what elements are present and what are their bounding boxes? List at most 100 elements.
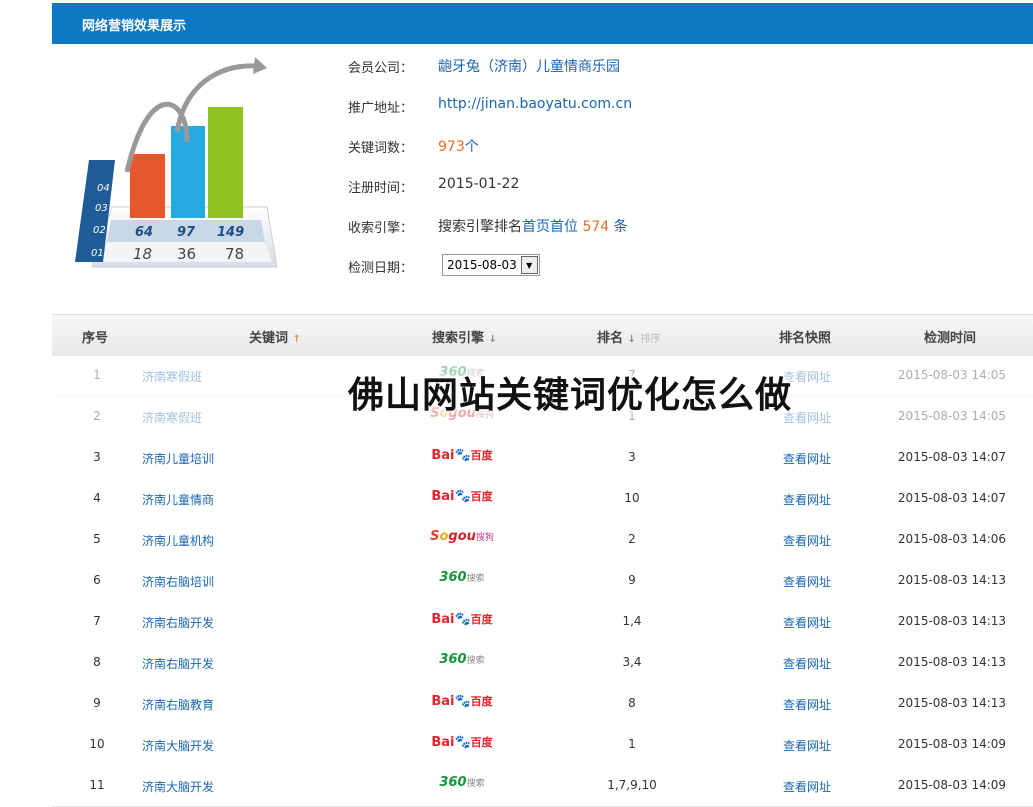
header-keyword-label: 关键词: [249, 331, 289, 346]
company-row: 会员公司： 龅牙兔（济南）儿童情商乐园: [348, 53, 948, 77]
360-logo: 360搜索: [439, 570, 485, 585]
row-snapshot-link[interactable]: 查看网址: [752, 778, 862, 795]
row-keyword-link[interactable]: 济南右脑开发: [142, 614, 214, 631]
row-label: 04: [97, 183, 110, 194]
row-rank: 1: [628, 737, 636, 751]
row-index: 6: [93, 573, 101, 587]
row-snapshot-link[interactable]: 查看网址: [752, 532, 862, 549]
row-time: 2015-08-03 14:13: [897, 655, 1007, 669]
table-row: 10 济南大脑开发 Bai🐾百度 1 查看网址 2015-08-03 14:09: [52, 724, 1033, 766]
top-value: 97: [177, 225, 196, 240]
keywords-value: 973个: [438, 136, 479, 156]
reg-row: 注册时间： 2015-01-22: [348, 173, 948, 197]
baidu-logo: Bai🐾百度: [431, 735, 493, 750]
row-index: 2: [93, 409, 101, 423]
row-index: 3: [93, 450, 101, 464]
row-snapshot-link[interactable]: 查看网址: [752, 450, 862, 467]
row-snapshot-link[interactable]: 查看网址: [752, 614, 862, 631]
row-index: 4: [93, 491, 101, 505]
header-rank-label: 排名: [597, 331, 624, 346]
table-row: 11 济南大脑开发 360搜索 1,7,9,10 查看网址 2015-08-03 14:0…: [52, 765, 1033, 807]
sort-up-icon[interactable]: ↑: [293, 334, 301, 345]
row-keyword-link[interactable]: 济南寒假班: [142, 368, 202, 385]
row-engine-logo: Bai🐾百度: [407, 611, 517, 627]
index-unit: 条: [613, 219, 628, 235]
row-index: 9: [93, 696, 101, 710]
row-keyword-link[interactable]: 济南右脑开发: [142, 655, 214, 672]
row-keyword-link[interactable]: 济南右脑教育: [142, 696, 214, 713]
row-keyword-link[interactable]: 济南寒假班: [142, 409, 202, 426]
sort-down-icon[interactable]: ↓: [628, 334, 636, 345]
row-label: 02: [93, 225, 106, 236]
row-snapshot-link[interactable]: 查看网址: [752, 655, 862, 672]
table-row: 7 济南右脑开发 Bai🐾百度 1,4 查看网址 2015-08-03 14:13: [52, 601, 1033, 643]
row-keyword-link[interactable]: 济南大脑开发: [142, 778, 214, 795]
row-snapshot-link[interactable]: 查看网址: [752, 696, 862, 713]
check-label: 检测日期：: [348, 261, 414, 276]
header-rank[interactable]: 排名 ↓ 排序: [597, 327, 660, 346]
bottom-value: 18: [133, 245, 152, 263]
sogou-logo: Sogou搜狗: [430, 529, 494, 544]
keywords-count: 973: [438, 139, 465, 155]
table-row: 4 济南儿童情商 Bai🐾百度 10 查看网址 2015-08-03 14:07: [52, 478, 1033, 520]
row-rank: 1,4: [622, 614, 642, 628]
dropdown-arrow-icon[interactable]: ▼: [520, 256, 538, 274]
row-snapshot-link[interactable]: 查看网址: [752, 573, 862, 590]
row-keyword-link[interactable]: 济南儿童机构: [142, 532, 214, 549]
sort-down-icon[interactable]: ↓: [489, 334, 497, 345]
panel-title: 网络营销效果展示: [82, 19, 187, 34]
row-engine-logo: Bai🐾百度: [407, 693, 517, 709]
row-rank: 2: [628, 532, 636, 546]
baidu-logo: Bai🐾百度: [431, 448, 493, 463]
header-index: 序号: [82, 331, 109, 346]
row-time: 2015-08-03 14:07: [897, 491, 1007, 505]
row-index: 7: [93, 614, 101, 628]
row-time: 2015-08-03 14:13: [897, 696, 1007, 710]
header-rank-ghost: 排序: [640, 334, 661, 345]
row-index: 5: [93, 532, 101, 546]
first-page-link[interactable]: 首页首位: [522, 219, 578, 235]
keywords-label: 关键词数：: [348, 141, 414, 156]
url-label: 推广地址：: [348, 101, 414, 116]
table-row: 5 济南儿童机构 Sogou搜狗 2 查看网址 2015-08-03 14:06: [52, 519, 1033, 561]
row-keyword-link[interactable]: 济南大脑开发: [142, 737, 214, 754]
title-bar: 网络营销效果展示: [52, 3, 1033, 44]
row-keyword-link[interactable]: 济南儿童培训: [142, 450, 214, 467]
table-row: 3 济南儿童培训 Bai🐾百度 3 查看网址 2015-08-03 14:07: [52, 437, 1033, 479]
row-keyword-link[interactable]: 济南儿童情商: [142, 491, 214, 508]
row-time: 2015-08-03 14:06: [897, 532, 1007, 546]
row-rank: 3,4: [622, 655, 642, 669]
row-engine-logo: Sogou搜狗: [407, 529, 517, 544]
reg-label: 注册时间：: [348, 181, 414, 196]
row-snapshot-link[interactable]: 查看网址: [752, 737, 862, 754]
row-time: 2015-08-03 14:13: [897, 614, 1007, 628]
check-date-select[interactable]: 2015-08-03 ▼: [442, 254, 540, 276]
row-index: 8: [93, 655, 101, 669]
row-time: 2015-08-03 14:05: [897, 368, 1007, 382]
row-index: 10: [89, 737, 105, 751]
report-panel: 网络营销效果展示 04 03 02 01 64 97 149 18 36 78 …: [52, 0, 1033, 807]
table-header: 序号 关键词 ↑ 搜索引擎 ↓ 排名 ↓ 排序 排名快照 检测时间: [52, 314, 1033, 356]
row-rank: 10: [624, 491, 640, 505]
bottom-value: 36: [177, 245, 196, 263]
reg-date: 2015-01-22: [438, 176, 520, 192]
header-engine[interactable]: 搜索引擎 ↓: [432, 327, 497, 346]
table-row: 6 济南右脑培训 360搜索 9 查看网址 2015-08-03 14:13: [52, 560, 1033, 602]
url-row: 推广地址： http://jinan.baoyatu.com.cn: [348, 93, 948, 117]
row-keyword-link[interactable]: 济南右脑培训: [142, 573, 214, 590]
check-row: 检测日期： 2015-08-03 ▼: [348, 253, 948, 277]
index-count: 574: [582, 219, 610, 235]
baidu-logo: Bai🐾百度: [431, 612, 493, 627]
left-gutter: [0, 0, 52, 783]
row-index: 11: [89, 778, 105, 792]
baidu-logo: Bai🐾百度: [431, 694, 493, 709]
row-label: 01: [91, 248, 104, 259]
table-row: 8 济南右脑开发 360搜索 3,4 查看网址 2015-08-03 14:13: [52, 642, 1033, 684]
header-keyword[interactable]: 关键词 ↑: [249, 327, 301, 346]
index-row: 收索引擎： 搜索引擎排名首页首位 574 条: [348, 213, 948, 237]
row-snapshot-link[interactable]: 查看网址: [752, 491, 862, 508]
promo-url-link[interactable]: http://jinan.baoyatu.com.cn: [438, 96, 632, 112]
header-time: 检测时间: [924, 331, 977, 346]
company-link[interactable]: 龅牙兔（济南）儿童情商乐园: [438, 56, 620, 76]
index-prefix: 搜索引擎排名: [438, 219, 522, 235]
